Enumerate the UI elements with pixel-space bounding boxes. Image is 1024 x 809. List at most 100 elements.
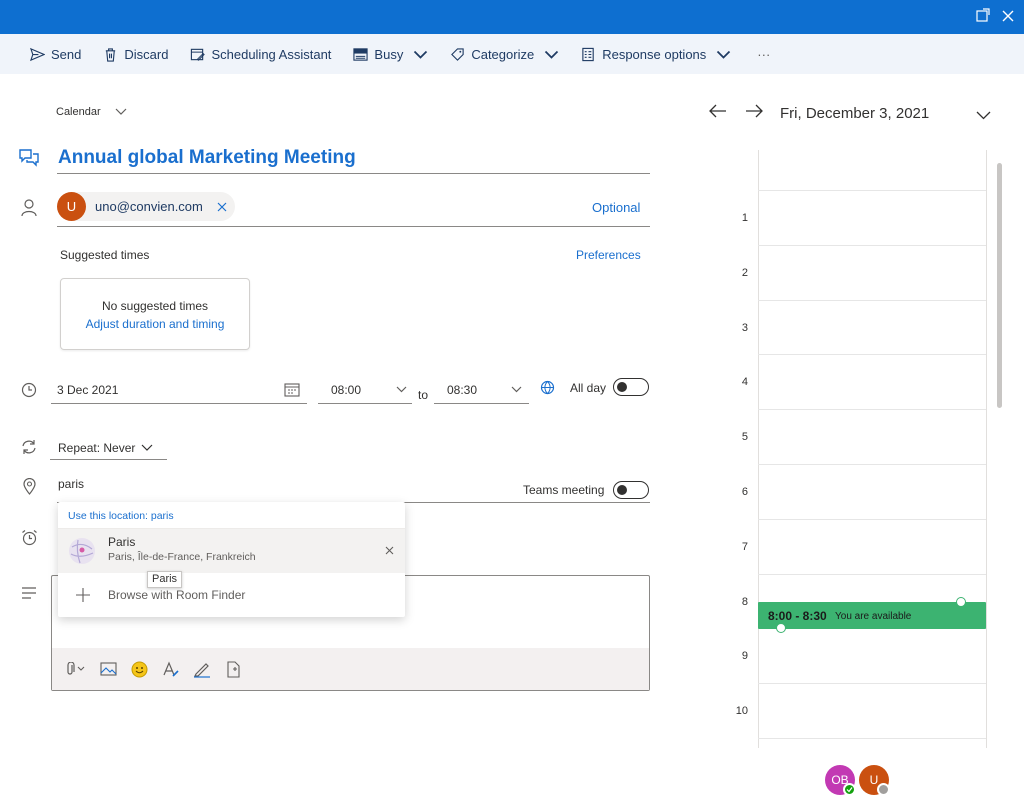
- hour-line: [758, 190, 986, 191]
- resize-handle-top[interactable]: [956, 597, 966, 607]
- hour-label: 10: [735, 705, 748, 718]
- clock-icon: [21, 382, 37, 401]
- hour-label: 4: [741, 376, 748, 389]
- response-options-icon: [582, 47, 594, 61]
- all-day-label: All day: [570, 381, 607, 395]
- insert-picture-button[interactable]: [100, 662, 117, 676]
- map-thumbnail-icon: [69, 538, 95, 564]
- location-input[interactable]: paris: [58, 477, 84, 491]
- chevron-down-icon: [396, 386, 407, 393]
- emoji-icon: [131, 661, 148, 677]
- send-icon: [30, 47, 45, 61]
- more-options-button[interactable]: ···: [757, 40, 770, 68]
- all-day-toggle-knob: [617, 382, 627, 392]
- format-text-icon: [163, 660, 179, 677]
- optional-attendees-link[interactable]: Optional: [592, 200, 640, 215]
- browse-room-finder-option[interactable]: Browse with Room Finder: [58, 573, 405, 617]
- browse-room-finder-label: Browse with Room Finder: [108, 588, 246, 602]
- chevron-down-icon: [414, 50, 428, 59]
- location-tooltip: Paris: [147, 571, 183, 588]
- preferences-link[interactable]: Preferences: [576, 248, 641, 262]
- use-this-location-option[interactable]: Use this location: paris: [58, 502, 405, 529]
- calendar-date-heading: Fri, December 3, 2021: [780, 105, 930, 122]
- apps-icon: [227, 660, 240, 678]
- trash-icon: [106, 47, 116, 62]
- resize-handle-bottom[interactable]: [776, 623, 786, 633]
- location-pin-icon: [23, 477, 36, 498]
- event-status: You are available: [835, 611, 912, 622]
- end-time-select[interactable]: 08:30: [434, 378, 529, 404]
- calendar-grid-right-border: [986, 150, 987, 748]
- paperclip-icon: [67, 662, 85, 675]
- hour-line: [758, 464, 986, 465]
- chevron-down-icon: [511, 386, 522, 393]
- end-time-underline: [434, 403, 529, 404]
- discard-button[interactable]: Discard: [103, 40, 168, 68]
- calendar-edit-icon: [191, 48, 206, 61]
- event-time: 8:00 - 8:30: [768, 609, 827, 623]
- title-underline: [57, 173, 650, 174]
- attendee-email: uno@convien.com: [95, 199, 203, 214]
- attach-button[interactable]: [66, 662, 86, 676]
- adjust-duration-link[interactable]: Adjust duration and timing: [61, 317, 249, 331]
- chevron-down-icon: [141, 444, 153, 451]
- hour-label: 8: [741, 595, 748, 608]
- start-time-underline: [318, 403, 412, 404]
- event-title-input[interactable]: Annual global Marketing Meeting: [58, 147, 356, 169]
- signature-icon: [194, 662, 210, 678]
- chat-icon: [18, 147, 40, 170]
- start-time-select[interactable]: 08:00: [318, 378, 412, 404]
- previous-day-button[interactable]: [709, 104, 727, 121]
- notes-icon: [21, 587, 37, 602]
- remove-attendee-icon[interactable]: [217, 202, 227, 212]
- event-block[interactable]: 8:00 - 8:30 You are available: [758, 597, 986, 633]
- calendar-scrollbar[interactable]: [997, 163, 1002, 408]
- more-options-label: ···: [757, 46, 771, 62]
- attendee-chip[interactable]: U uno@convien.com: [57, 192, 235, 221]
- teams-meeting-label: Teams meeting: [523, 483, 605, 497]
- attendee-avatar: U: [57, 192, 86, 221]
- teams-meeting-toggle-knob: [617, 485, 627, 495]
- teams-meeting-toggle[interactable]: [613, 481, 649, 499]
- calendar-selector[interactable]: Calendar: [56, 106, 127, 118]
- send-button[interactable]: Send: [30, 40, 81, 68]
- date-underline: [51, 403, 307, 404]
- expand-calendar-button[interactable]: [976, 108, 991, 123]
- emoji-button[interactable]: [131, 661, 148, 678]
- hour-label: 7: [741, 540, 748, 553]
- tag-icon: [451, 47, 465, 61]
- location-result-paris[interactable]: Paris Paris, Île-de-France, Frankreich: [58, 529, 405, 573]
- response-options-dropdown[interactable]: Response options: [581, 40, 731, 68]
- dismiss-icon[interactable]: [385, 546, 394, 555]
- calendar-icon: [284, 383, 300, 397]
- attendee-underline: [57, 226, 650, 227]
- busy-dropdown[interactable]: Busy: [353, 40, 428, 68]
- hour-line: [758, 738, 986, 739]
- categorize-dropdown[interactable]: Categorize: [450, 40, 559, 68]
- repeat-dropdown[interactable]: Repeat: Never: [50, 436, 167, 460]
- time-zone-icon[interactable]: [540, 380, 555, 398]
- arrow-left-icon: [709, 104, 726, 118]
- location-suggestions: Use this location: paris Paris Paris, Îl…: [58, 502, 405, 617]
- date-value: 3 Dec 2021: [57, 383, 119, 397]
- date-picker[interactable]: 3 Dec 2021: [51, 378, 307, 404]
- chevron-down-icon: [545, 50, 559, 59]
- format-text-button[interactable]: [162, 660, 179, 678]
- next-day-button[interactable]: [745, 104, 763, 121]
- all-day-toggle[interactable]: [613, 378, 649, 396]
- scheduling-assistant-button[interactable]: Scheduling Assistant: [190, 40, 331, 68]
- close-icon[interactable]: [999, 8, 1017, 26]
- insert-app-button[interactable]: [225, 660, 242, 678]
- hour-line: [758, 573, 986, 575]
- hour-label: 2: [741, 266, 748, 279]
- repeat-underline: [50, 459, 167, 460]
- suggested-times-heading: Suggested times: [60, 248, 150, 262]
- send-label: Send: [51, 46, 82, 62]
- editor-toolbar: [52, 648, 649, 690]
- location-result-name: Paris: [108, 535, 136, 549]
- signature-button[interactable]: [193, 661, 211, 678]
- hour-label: 3: [741, 321, 748, 334]
- popout-icon[interactable]: [974, 8, 992, 26]
- hour-label: 9: [741, 650, 748, 663]
- scheduling-label: Scheduling Assistant: [211, 46, 332, 62]
